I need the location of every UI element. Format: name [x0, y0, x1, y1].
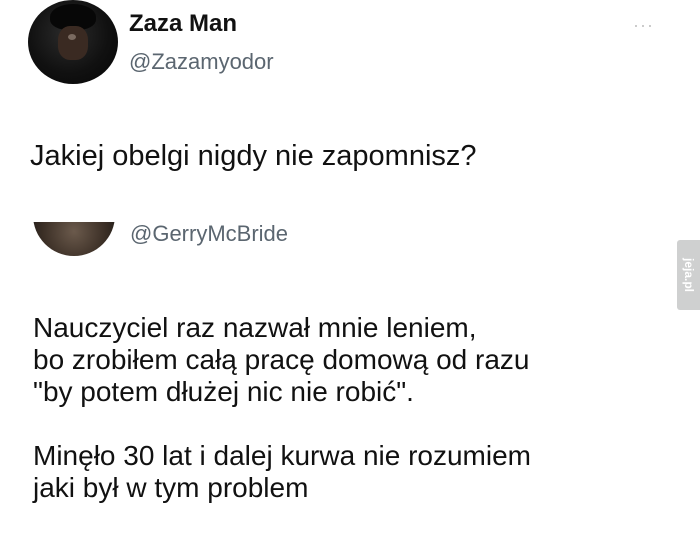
watermark-text: jeja.pl — [681, 257, 696, 293]
quote-line: "by potem dłużej nic nie robić". — [33, 376, 414, 407]
quote-line: jaki był w tym problem — [33, 472, 309, 503]
quote-line: bo zrobiłem całą pracę domową od razu — [33, 344, 530, 375]
tweet-text: Jakiej obelgi nigdy nie zapomnisz? — [30, 140, 477, 172]
author-avatar[interactable] — [28, 0, 118, 84]
quote-line: Minęło 30 lat i dalej kurwa nie rozumiem — [33, 440, 531, 471]
quote-text: Nauczyciel raz nazwał mnie leniem, bo zr… — [33, 312, 531, 504]
quote-line: Nauczyciel raz nazwał mnie leniem, — [33, 312, 477, 343]
avatar-face-shape — [58, 26, 88, 60]
quote-author-handle[interactable]: @GerryMcBride — [130, 221, 288, 247]
quote-avatar[interactable] — [33, 222, 115, 256]
author-handle[interactable]: @Zazamyodor — [129, 49, 274, 75]
author-name[interactable]: Zaza Man — [129, 10, 237, 38]
watermark-badge: jeja.pl — [677, 240, 700, 310]
more-options-icon[interactable]: ··· — [633, 16, 654, 34]
quote-avatar-image — [33, 222, 115, 256]
avatar-glint-shape — [68, 34, 76, 40]
